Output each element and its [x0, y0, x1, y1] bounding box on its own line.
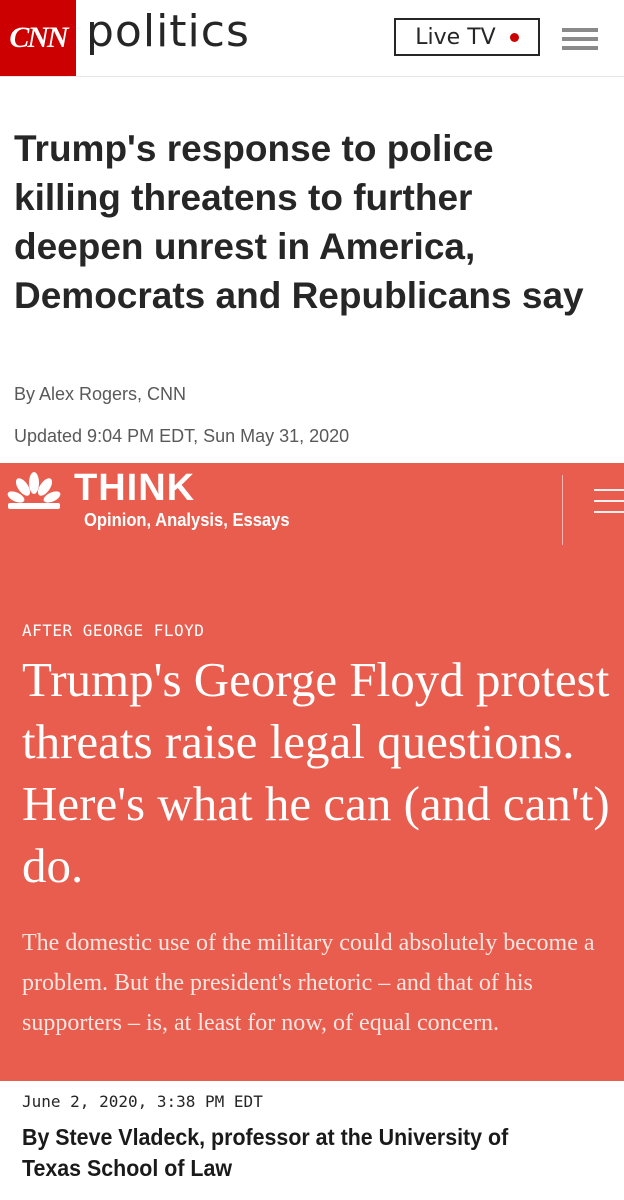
header-divider	[562, 475, 563, 545]
live-dot-icon	[509, 32, 519, 42]
live-tv-button[interactable]: Live TV	[394, 18, 540, 56]
cnn-byline[interactable]: By Alex Rogers, CNN	[14, 384, 186, 405]
think-header: THINK Opinion, Analysis, Essays	[0, 463, 624, 547]
hamburger-menu-icon[interactable]	[594, 489, 624, 515]
think-title[interactable]: THINK	[74, 467, 195, 510]
think-article: THINK Opinion, Analysis, Essays AFTER GE…	[0, 463, 624, 1081]
think-subtitle: Opinion, Analysis, Essays	[84, 510, 290, 530]
think-dek: The domestic use of the military could a…	[22, 930, 595, 1036]
live-tv-label: Live TV	[415, 24, 496, 50]
think-headline: Trump's George Floyd protest threats rai…	[22, 652, 610, 893]
hamburger-menu-icon[interactable]	[562, 28, 598, 52]
think-byline[interactable]: By Steve Vladeck, professor at the Unive…	[22, 1122, 561, 1184]
cnn-updated-timestamp: Updated 9:04 PM EDT, Sun May 31, 2020	[14, 426, 350, 446]
nbc-peacock-icon[interactable]	[6, 471, 62, 511]
article-kicker[interactable]: AFTER GEORGE FLOYD	[22, 621, 204, 640]
cnn-logo[interactable]: CNN	[0, 0, 76, 76]
cnn-header: CNN politics Live TV	[0, 0, 624, 77]
think-date: June 2, 2020, 3:38 PM EDT	[22, 1092, 263, 1111]
section-name-politics[interactable]: politics	[86, 6, 250, 57]
cnn-headline: Trump's response to police killing threa…	[14, 128, 584, 316]
